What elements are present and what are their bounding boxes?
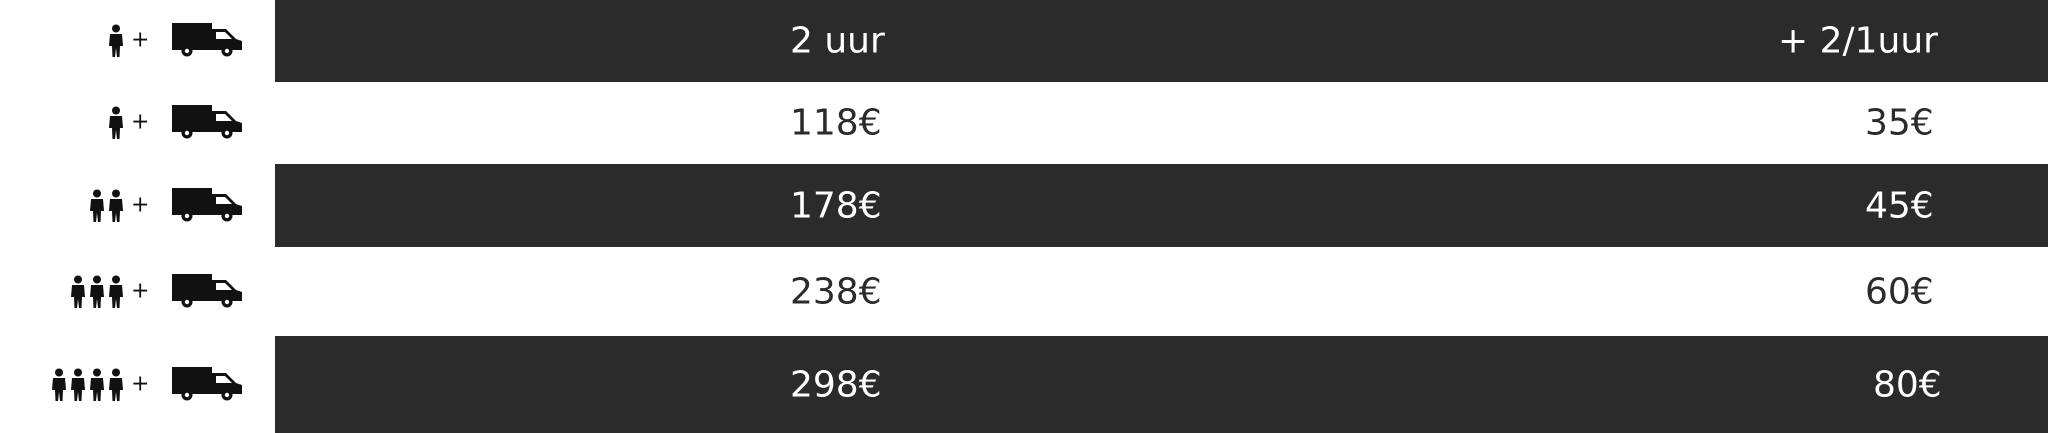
- pricing-table: + 2 uur + 2/1uur + 118€ 35€ + 178€ 45€ +…: [0, 0, 2048, 433]
- person-icon: [107, 275, 125, 309]
- column-header-extra: + 2/1uur: [1778, 20, 1938, 62]
- person-group: [107, 106, 125, 140]
- price-extra: 60€: [1865, 271, 1934, 312]
- person-icon: [107, 24, 125, 58]
- price-2h: 178€: [790, 185, 882, 226]
- row-label-cell: +: [0, 82, 275, 164]
- price-2h: 238€: [790, 271, 882, 312]
- plus-sign: +: [131, 27, 150, 53]
- person-icon: [88, 368, 106, 402]
- plus-sign: +: [131, 370, 150, 396]
- row-band: [275, 247, 2048, 336]
- person-icon: [69, 275, 87, 309]
- plus-sign: +: [131, 191, 150, 217]
- person-icon: [50, 368, 68, 402]
- person-icon: [88, 189, 106, 223]
- person-icon: [107, 106, 125, 140]
- person-icon: [107, 189, 125, 223]
- column-header-2h: 2 uur: [790, 20, 885, 62]
- price-extra: 35€: [1865, 102, 1934, 144]
- row-band: [275, 82, 2048, 164]
- plus-sign: +: [131, 109, 150, 135]
- price-2h: 118€: [790, 102, 882, 144]
- plus-sign: +: [131, 277, 150, 303]
- price-2h: 298€: [790, 364, 882, 405]
- price-row-1-person: + 118€ 35€: [0, 82, 2048, 164]
- row-label-cell: +: [0, 164, 275, 247]
- person-group: [50, 368, 125, 402]
- price-extra: 80€: [1873, 364, 1942, 405]
- truck-icon: [172, 186, 244, 226]
- person-group: [88, 189, 125, 223]
- person-icon: [88, 275, 106, 309]
- person-icon: [107, 368, 125, 402]
- person-group: [69, 275, 125, 309]
- row-label-cell: +: [0, 336, 275, 433]
- person-icon: [69, 368, 87, 402]
- row-label-cell: +: [0, 247, 275, 336]
- row-band: [275, 164, 2048, 247]
- truck-icon: [172, 103, 244, 143]
- price-row-2-persons: + 178€ 45€: [0, 164, 2048, 247]
- truck-icon: [172, 21, 244, 61]
- price-row-3-persons: + 238€ 60€: [0, 247, 2048, 336]
- row-band: [275, 336, 2048, 433]
- price-row-4-persons: + 298€ 80€: [0, 336, 2048, 433]
- header-row: + 2 uur + 2/1uur: [0, 0, 2048, 82]
- header-label-cell: +: [0, 0, 275, 82]
- person-group: [107, 24, 125, 58]
- price-extra: 45€: [1865, 185, 1934, 226]
- truck-icon: [172, 272, 244, 312]
- truck-icon: [172, 365, 244, 405]
